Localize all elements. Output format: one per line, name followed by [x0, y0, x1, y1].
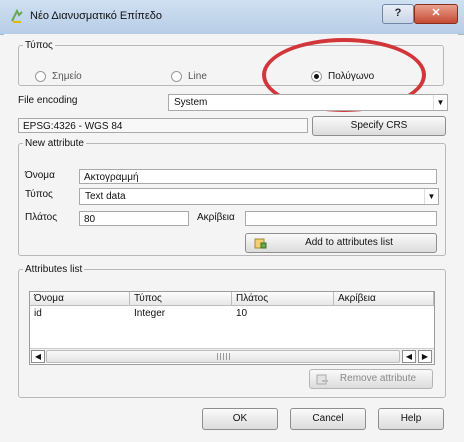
scroll-thumb[interactable]: [46, 350, 400, 363]
precision-label: Ακρίβεια: [197, 212, 235, 223]
remove-attribute-button[interactable]: Remove attribute: [309, 369, 433, 389]
radio-line-label: Line: [188, 71, 207, 82]
radio-line-indicator[interactable]: [171, 71, 182, 82]
chevron-down-icon[interactable]: ▼: [424, 189, 438, 204]
dialog-body: Τύπος Σημείο Line Πολύγωνο File encoding…: [4, 34, 458, 438]
table-cell-type[interactable]: Integer: [130, 307, 232, 320]
attributes-list-group: Attributes list Όνομα Τύπος Πλάτος Ακρίβ…: [18, 264, 446, 398]
window-title: Νέο Διανυσματικό Επίπεδο: [30, 10, 162, 22]
column-header-precision[interactable]: Ακρίβεια: [334, 292, 434, 306]
table-cell-width[interactable]: 10: [232, 307, 334, 320]
radio-point-indicator[interactable]: [35, 71, 46, 82]
remove-attribute-label: Remove attribute: [339, 373, 417, 384]
type-value: Text data: [85, 191, 126, 202]
radio-point[interactable]: Σημείο: [35, 71, 82, 82]
attributes-list-legend: Attributes list: [25, 264, 83, 275]
scroll-right-icon[interactable]: ▶: [418, 350, 432, 363]
remove-attribute-icon: [316, 374, 328, 385]
qgis-logo-icon: [11, 9, 23, 23]
title-bar: Νέο Διανυσματικό Επίπεδο ? ✕: [0, 0, 464, 35]
table-cell-name[interactable]: id: [30, 307, 130, 320]
type-group-legend: Τύπος: [25, 40, 53, 51]
column-header-name[interactable]: Όνομα: [30, 292, 130, 306]
add-to-attributes-label: Add to attributes list: [305, 237, 393, 248]
ok-button[interactable]: OK: [202, 408, 278, 430]
column-header-type[interactable]: Τύπος: [130, 292, 232, 306]
help-title-button[interactable]: ?: [382, 4, 414, 24]
specify-crs-button[interactable]: Specify CRS: [312, 116, 446, 136]
scroll-left-icon[interactable]: ◀: [31, 350, 45, 363]
crs-field: EPSG:4326 - WGS 84: [18, 118, 308, 133]
add-to-attributes-button[interactable]: Add to attributes list: [245, 233, 437, 253]
width-input[interactable]: 80: [79, 211, 189, 226]
new-attribute-legend: New attribute: [25, 138, 84, 149]
type-label: Τύπος: [25, 189, 53, 200]
grip-icon: [217, 353, 231, 360]
precision-input[interactable]: [245, 211, 437, 226]
new-attribute-group: New attribute Όνομα Ακτογραμμή Τύπος Tex…: [18, 138, 446, 256]
chevron-down-icon[interactable]: ▼: [433, 95, 447, 110]
file-encoding-label: File encoding: [18, 95, 78, 106]
type-select[interactable]: Text data ▼: [79, 188, 439, 205]
column-header-width[interactable]: Πλάτος: [232, 292, 334, 306]
file-encoding-value: System: [174, 97, 208, 108]
help-button[interactable]: Help: [378, 408, 444, 430]
cancel-button[interactable]: Cancel: [290, 408, 366, 430]
file-encoding-select[interactable]: System ▼: [168, 94, 448, 111]
name-input[interactable]: Ακτογραμμή: [79, 169, 437, 184]
table-cell-precision[interactable]: [334, 307, 434, 320]
name-label: Όνομα: [25, 170, 55, 181]
close-button[interactable]: ✕: [414, 4, 458, 24]
attributes-table[interactable]: Όνομα Τύπος Πλάτος Ακρίβεια id Integer 1…: [29, 291, 435, 365]
add-attribute-icon: [254, 238, 267, 249]
width-label: Πλάτος: [25, 212, 58, 223]
radio-line[interactable]: Line: [171, 71, 207, 82]
scroll-left-icon[interactable]: ◀: [402, 350, 416, 363]
horizontal-scrollbar[interactable]: ◀ ◀ ▶: [30, 348, 434, 363]
radio-point-label: Σημείο: [52, 71, 82, 82]
